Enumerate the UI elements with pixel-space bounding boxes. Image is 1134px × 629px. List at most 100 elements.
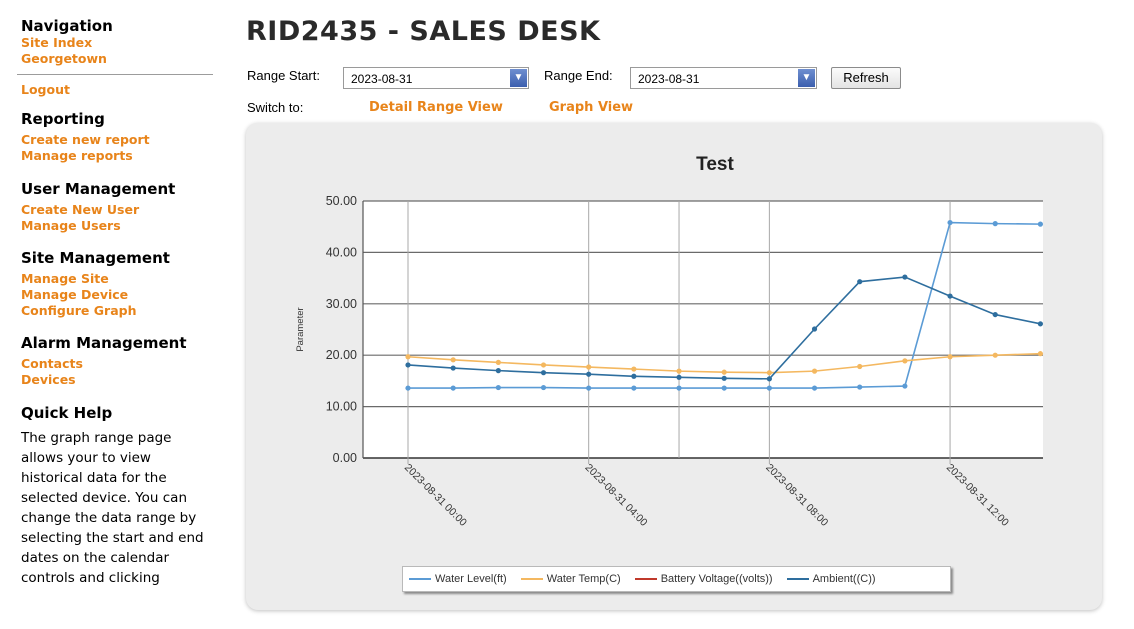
legend-label: Water Level(ft) — [435, 573, 507, 585]
sidebar: Navigation Site Index Georgetown Logout … — [0, 0, 222, 629]
range-start-value: 2023-08-31 — [351, 72, 413, 86]
legend-swatch — [634, 578, 657, 580]
data-point — [540, 370, 547, 376]
manage-users-link[interactable]: Manage Users — [21, 218, 222, 234]
refresh-button[interactable]: Refresh — [831, 67, 901, 89]
y-tick-label: 30.00 — [326, 297, 357, 311]
main-content: RID2435 - SALES DESK Range Start: 2023-0… — [246, 0, 1134, 629]
navigation-title: Navigation — [21, 17, 113, 35]
data-point — [586, 385, 592, 391]
site-management-title: Site Management — [21, 249, 170, 267]
georgetown-link[interactable]: Georgetown — [21, 51, 222, 67]
graph-view-link[interactable]: Graph View — [549, 100, 633, 115]
data-point — [495, 359, 501, 365]
alarm-management-title: Alarm Management — [21, 334, 187, 352]
data-point — [766, 376, 772, 382]
data-point — [495, 384, 501, 391]
create-new-report-link[interactable]: Create new report — [21, 132, 222, 148]
y-tick-label: 20.00 — [326, 348, 357, 362]
page-title: RID2435 - SALES DESK — [246, 16, 601, 47]
manage-reports-link[interactable]: Manage reports — [21, 148, 222, 164]
sidebar-divider — [17, 74, 213, 75]
data-point — [540, 362, 547, 368]
quick-help-text: The graph range page allows your to view… — [21, 430, 204, 586]
configure-graph-link[interactable]: Configure Graph — [21, 303, 222, 319]
legend-swatch — [409, 578, 431, 580]
data-point — [857, 384, 863, 390]
legend-label: Battery Voltage((volts)) — [660, 573, 773, 585]
x-tick-label: 2023-08-31 04:00 — [583, 462, 650, 529]
y-axis-label: Parameter — [295, 307, 306, 351]
chevron-down-icon[interactable]: ▼ — [798, 69, 815, 87]
data-point — [586, 364, 592, 370]
user-management-title: User Management — [21, 180, 176, 198]
devices-link[interactable]: Devices — [21, 372, 222, 388]
data-point — [947, 219, 953, 226]
legend-item: Ambient((C)) — [786, 573, 876, 585]
data-point — [676, 385, 682, 391]
y-tick-label: 10.00 — [326, 400, 357, 414]
manage-device-link[interactable]: Manage Device — [21, 287, 222, 303]
data-point — [992, 352, 998, 358]
data-point — [811, 326, 818, 332]
chart-title: Test — [696, 154, 734, 175]
data-point — [992, 311, 998, 318]
range-end-label: Range End: — [544, 68, 613, 83]
legend-swatch — [520, 578, 543, 580]
data-point — [631, 385, 637, 391]
range-start-select[interactable]: 2023-08-31 ▼ — [343, 67, 529, 89]
data-point — [540, 384, 547, 391]
logout-link[interactable]: Logout — [21, 82, 222, 98]
legend-item: Water Temp(C) — [520, 573, 621, 585]
data-point — [676, 374, 682, 380]
data-point — [631, 373, 637, 379]
legend-label: Ambient((C)) — [812, 573, 876, 585]
chevron-down-icon[interactable]: ▼ — [510, 69, 527, 87]
x-tick-label: 2023-08-31 08:00 — [763, 462, 830, 529]
line-chart: Test 0.00 10.00 20.00 30.00 40.00 50.00 Paramet… — [295, 154, 1043, 529]
data-point — [857, 363, 863, 370]
data-point — [947, 293, 953, 299]
data-point — [902, 358, 908, 364]
y-tick-label: 40.00 — [326, 245, 357, 259]
manage-site-link[interactable]: Manage Site — [21, 271, 222, 287]
contacts-link[interactable]: Contacts — [21, 356, 222, 372]
range-end-value: 2023-08-31 — [638, 72, 700, 86]
data-point — [811, 385, 818, 391]
data-point — [992, 221, 998, 227]
reporting-title: Reporting — [21, 110, 105, 128]
plot-area — [363, 201, 1043, 458]
data-point — [902, 383, 908, 389]
data-point — [1037, 321, 1043, 327]
y-tick-label: 50.00 — [326, 194, 357, 208]
data-point — [450, 385, 456, 391]
range-start-label: Range Start: — [247, 68, 320, 83]
data-point — [450, 365, 456, 371]
x-tick-label: 2023-08-31 00:00 — [402, 462, 469, 529]
legend-label: Water Temp(C) — [546, 573, 621, 585]
legend-item: Battery Voltage((volts)) — [634, 573, 773, 585]
y-tick-label: 0.00 — [333, 451, 357, 465]
data-point — [811, 368, 818, 374]
data-point — [405, 362, 411, 368]
detail-range-view-link[interactable]: Detail Range View — [369, 100, 503, 115]
switch-to-label: Switch to: — [247, 100, 304, 115]
legend-swatch — [786, 578, 809, 580]
data-point — [631, 366, 637, 372]
data-point — [721, 369, 727, 375]
data-point — [721, 375, 727, 381]
graph-panel: Test 0.00 10.00 20.00 30.00 40.00 50.00 Paramet… — [246, 123, 1102, 610]
data-point — [405, 385, 411, 391]
data-point — [721, 385, 727, 391]
data-point — [586, 371, 592, 377]
legend-item: Water Level(ft) — [409, 573, 507, 585]
data-point — [857, 279, 863, 285]
create-new-user-link[interactable]: Create New User — [21, 202, 222, 218]
data-point — [947, 354, 953, 360]
site-index-link[interactable]: Site Index — [21, 35, 222, 51]
data-point — [676, 368, 682, 374]
range-end-select[interactable]: 2023-08-31 ▼ — [630, 67, 817, 89]
data-point — [766, 370, 772, 376]
chart-legend: Water Level(ft) Water Temp(C) Battery Volt… — [402, 566, 951, 592]
data-point — [405, 354, 411, 360]
